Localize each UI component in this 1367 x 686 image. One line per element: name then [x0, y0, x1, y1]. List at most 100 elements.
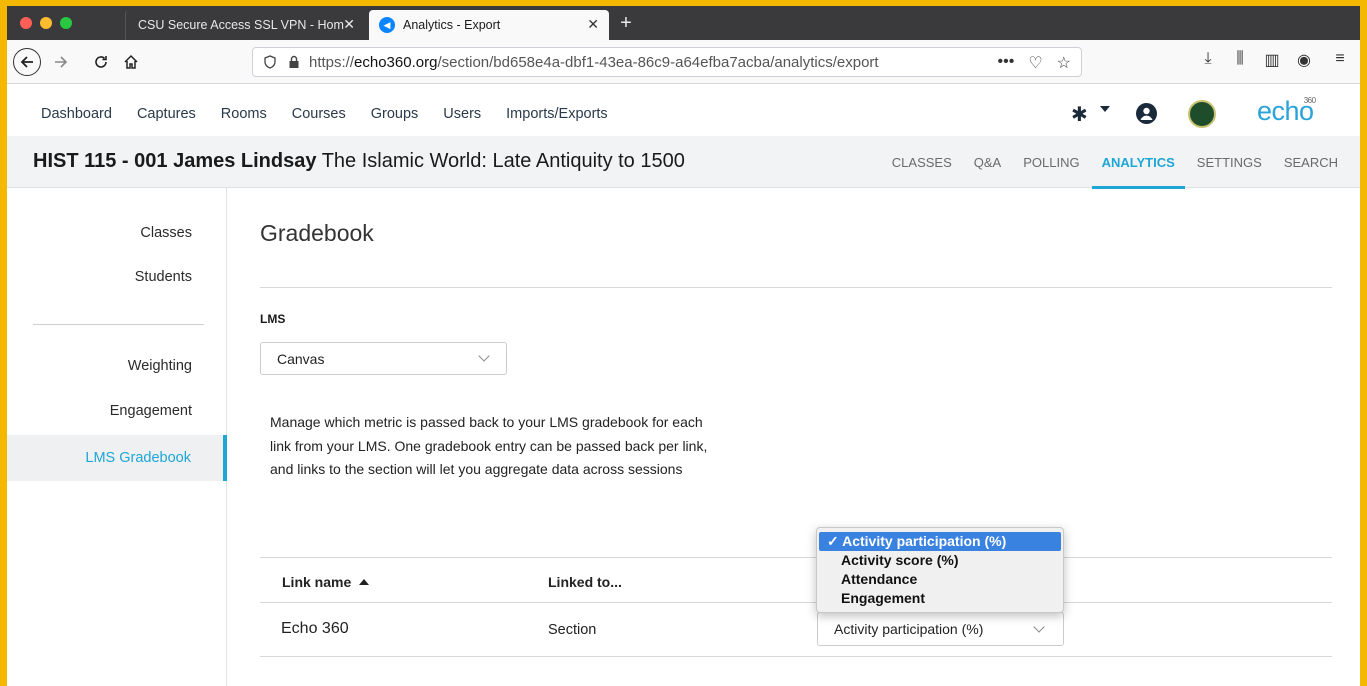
- forward-button[interactable]: [49, 50, 73, 74]
- course-header: HIST 115 - 001 James Lindsay The Islamic…: [7, 136, 1360, 189]
- url-actions: ••• ♡ ☆: [998, 53, 1072, 73]
- url-path: /section/bd658e4a-dbf1-43ea-86c9-a64efba…: [437, 53, 879, 71]
- table-row-rule: [260, 656, 1332, 657]
- sidebar-item-students[interactable]: Students: [135, 269, 192, 285]
- address-bar[interactable]: https://echo360.org/section/bd658e4a-dbf…: [252, 47, 1082, 77]
- nav-rooms[interactable]: Rooms: [221, 106, 267, 122]
- sidebar-divider: [33, 324, 204, 325]
- course-tabs: CLASSES Q&A POLLING ANALYTICS SETTINGS S…: [870, 155, 1338, 189]
- lms-label: LMS: [260, 312, 286, 326]
- metric-select[interactable]: Activity participation (%): [817, 612, 1064, 646]
- forward-arrow-icon: [55, 56, 68, 68]
- settings-gear-icon[interactable]: ✱: [1071, 102, 1088, 127]
- tab-title: CSU Secure Access SSL VPN - Hom: [138, 18, 344, 32]
- nav-groups[interactable]: Groups: [371, 106, 419, 122]
- lms-select[interactable]: Canvas: [260, 342, 507, 375]
- analytics-sidebar: Classes Students Weighting Engagement LM…: [7, 188, 227, 686]
- tracking-shield-icon[interactable]: [263, 55, 277, 69]
- library-icon[interactable]: ⫼: [1224, 50, 1256, 70]
- main-nav: Dashboard Captures Rooms Courses Groups …: [41, 106, 633, 122]
- lock-icon[interactable]: [287, 55, 301, 69]
- url-protocol: https://: [309, 53, 355, 71]
- sidebar-item-weighting[interactable]: Weighting: [128, 358, 192, 374]
- column-header-link-name[interactable]: Link name: [282, 574, 370, 590]
- option-label: Activity participation (%): [842, 533, 1007, 549]
- tab-analytics-export[interactable]: ◀ Analytics - Export ✕: [369, 10, 609, 40]
- tab-search[interactable]: SEARCH: [1284, 155, 1338, 170]
- gradebook-description: Manage which metric is passed back to yo…: [270, 414, 708, 477]
- table-header-rule: [260, 602, 1332, 603]
- table-top-rule: [260, 557, 1332, 558]
- sidebar-item-label: LMS Gradebook: [85, 450, 191, 466]
- tab-bar: CSU Secure Access SSL VPN - Hom ✕ ◀ Anal…: [7, 6, 1360, 40]
- sort-ascending-icon: [359, 579, 370, 585]
- column-header-linked-to: Linked to...: [548, 574, 622, 590]
- user-account-icon[interactable]: [1136, 103, 1157, 124]
- sidebar-item-engagement[interactable]: Engagement: [110, 403, 192, 419]
- csu-ram-logo: [1188, 100, 1216, 128]
- echo-favicon-icon: ◀: [379, 17, 395, 33]
- home-button[interactable]: [119, 50, 143, 74]
- cell-link-name: Echo 360: [281, 620, 349, 637]
- toolbar-right: ⤓ ⫼ ▥ ◉ ≡: [1192, 50, 1360, 70]
- sidebar-item-lms-gradebook[interactable]: LMS Gradebook: [7, 435, 227, 481]
- nav-dashboard[interactable]: Dashboard: [41, 106, 112, 122]
- url-text: https://echo360.org/section/bd658e4a-dbf…: [309, 54, 879, 71]
- checkmark-icon: ✓: [827, 533, 839, 549]
- account-icon[interactable]: ◉: [1288, 50, 1320, 70]
- metric-select-value: Activity participation (%): [834, 621, 984, 637]
- course-name: The Islamic World: Late Antiquity to 150…: [321, 150, 685, 172]
- browser-window: CSU Secure Access SSL VPN - Hom ✕ ◀ Anal…: [7, 6, 1360, 686]
- lms-select-value: Canvas: [277, 350, 325, 367]
- tab-vpn[interactable]: CSU Secure Access SSL VPN - Hom ✕: [125, 10, 365, 40]
- cell-linked-to: Section: [548, 622, 597, 638]
- echo360-logo[interactable]: echo 360: [1257, 96, 1316, 127]
- url-domain: echo360.org: [354, 53, 438, 71]
- page-actions-icon[interactable]: •••: [998, 53, 1015, 73]
- echo-logo-sup: 360: [1303, 96, 1316, 105]
- user-silhouette-icon: [1140, 107, 1153, 120]
- tab-analytics[interactable]: ANALYTICS: [1091, 155, 1186, 189]
- page-title: Gradebook: [260, 220, 374, 246]
- option-attendance[interactable]: Attendance: [819, 570, 1061, 589]
- course-title: HIST 115 - 001 James Lindsay The Islamic…: [33, 150, 685, 173]
- back-arrow-icon: [20, 56, 33, 68]
- minimize-window-button[interactable]: [40, 17, 52, 29]
- navigation-toolbar: https://echo360.org/section/bd658e4a-dbf…: [7, 40, 1360, 84]
- pocket-icon[interactable]: ♡: [1028, 53, 1042, 73]
- tab-settings[interactable]: SETTINGS: [1197, 155, 1262, 170]
- sidebar-toggle-icon[interactable]: ▥: [1256, 50, 1288, 70]
- sidebar-item-classes[interactable]: Classes: [140, 225, 192, 241]
- tab-polling[interactable]: POLLING: [1023, 155, 1079, 170]
- back-button[interactable]: [13, 48, 41, 76]
- home-icon: [124, 54, 138, 69]
- close-tab-icon[interactable]: ✕: [587, 16, 599, 33]
- chevron-down-icon: [1033, 621, 1045, 633]
- download-icon[interactable]: ⤓: [1192, 50, 1224, 70]
- bookmark-star-icon[interactable]: ☆: [1057, 53, 1071, 73]
- option-activity-score[interactable]: Activity score (%): [819, 551, 1061, 570]
- tab-qa[interactable]: Q&A: [974, 155, 1001, 170]
- title-divider: [260, 287, 1332, 288]
- option-engagement[interactable]: Engagement: [819, 589, 1061, 608]
- nav-users[interactable]: Users: [443, 106, 481, 122]
- option-activity-participation[interactable]: ✓ Activity participation (%): [819, 532, 1061, 551]
- settings-caret-icon[interactable]: [1100, 106, 1110, 112]
- nav-imports-exports[interactable]: Imports/Exports: [506, 106, 608, 122]
- metric-dropdown-menu: ✓ Activity participation (%) Activity sc…: [816, 527, 1064, 613]
- close-tab-icon[interactable]: ✕: [343, 16, 355, 33]
- menu-icon[interactable]: ≡: [1320, 50, 1360, 70]
- column-header-label: Link name: [282, 574, 352, 590]
- nav-captures[interactable]: Captures: [137, 106, 196, 122]
- reload-button[interactable]: [89, 50, 113, 74]
- zoom-window-button[interactable]: [60, 17, 72, 29]
- new-tab-button[interactable]: +: [613, 10, 639, 36]
- app-header: Dashboard Captures Rooms Courses Groups …: [7, 84, 1360, 136]
- close-window-button[interactable]: [20, 17, 32, 29]
- tab-title: Analytics - Export: [403, 18, 501, 32]
- reload-icon: [95, 56, 107, 68]
- chevron-down-icon: [478, 350, 490, 362]
- course-code: HIST 115 - 001 James Lindsay: [33, 150, 317, 172]
- nav-courses[interactable]: Courses: [292, 106, 346, 122]
- tab-classes[interactable]: CLASSES: [892, 155, 952, 170]
